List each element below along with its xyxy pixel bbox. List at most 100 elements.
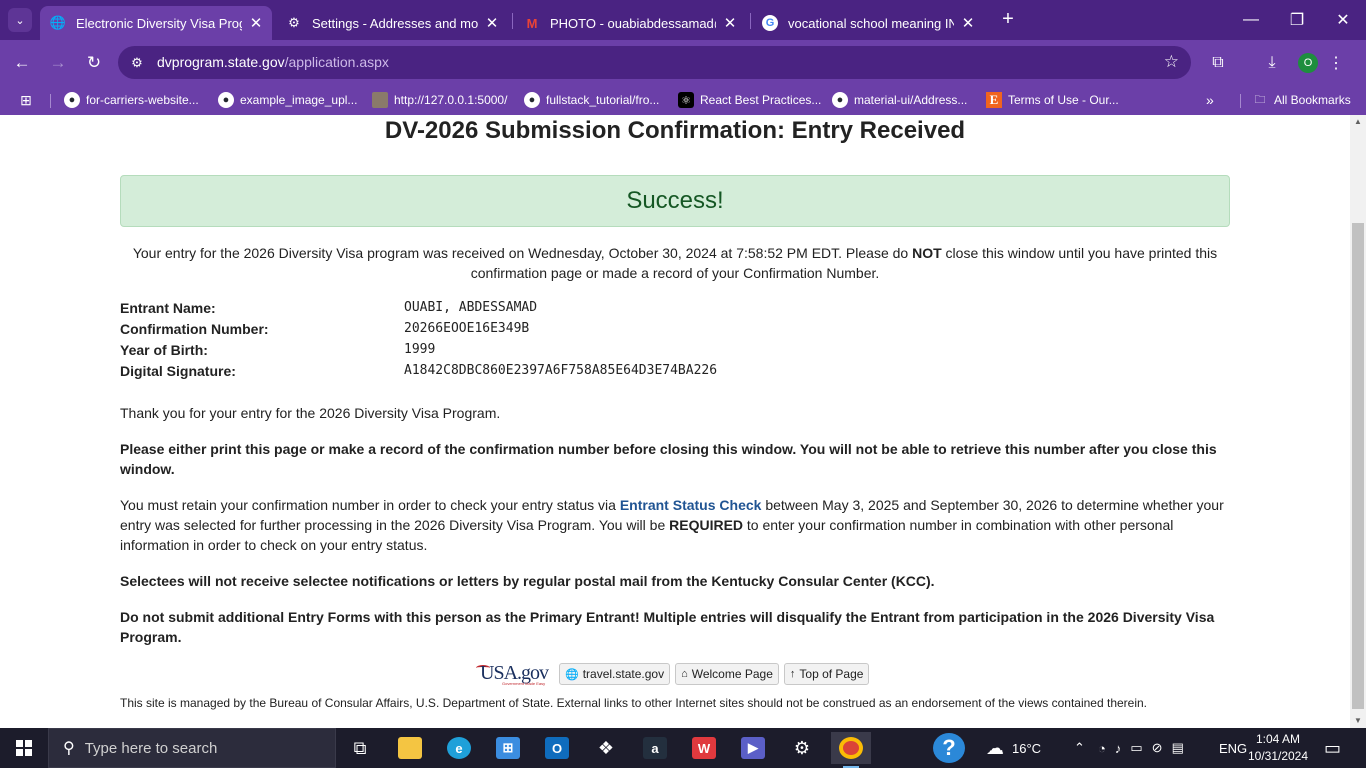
confirmation-number-value: 20266EOOE16E349B xyxy=(404,321,530,336)
bookmark-item[interactable]: http://127.0.0.1:5000/ xyxy=(372,91,507,109)
bookmark-item[interactable]: ● for-carriers-website... xyxy=(64,91,199,109)
taskbar-search[interactable]: ⚲ Type here to search xyxy=(48,728,336,768)
page-title: DV-2026 Submission Confirmation: Entry R… xyxy=(384,117,966,144)
volume-icon[interactable]: ♪ xyxy=(1115,741,1122,756)
gear-icon: ⚙ xyxy=(288,15,300,30)
tab-settings[interactable]: ⚙ Settings - Addresses and more ✕ xyxy=(276,6,508,40)
selectees-notice: Selectees will not receive selectee noti… xyxy=(120,573,935,589)
outlook-icon[interactable]: O xyxy=(537,732,577,764)
tab-dv-program[interactable]: 🌐 Electronic Diversity Visa Program ✕ xyxy=(40,6,272,40)
restore-button[interactable]: ❐ xyxy=(1274,0,1320,40)
windows-icon xyxy=(16,740,32,756)
url-text[interactable]: dvprogram.state.gov/application.aspx xyxy=(157,54,389,70)
bookmarks-bar: ⊞ ● for-carriers-website... ● example_imag… xyxy=(0,85,1366,115)
scroll-down-arrow[interactable]: ▼ xyxy=(1350,714,1366,728)
page-scrollbar[interactable]: ▲ ▼ xyxy=(1350,115,1366,728)
apps-icon[interactable]: ⊞ xyxy=(18,91,40,109)
minimize-button[interactable]: — xyxy=(1228,0,1274,40)
file-explorer-icon[interactable] xyxy=(390,732,430,764)
dropbox-icon[interactable]: ❖ xyxy=(586,732,626,764)
wps-office-icon[interactable]: W xyxy=(684,732,724,764)
store-icon[interactable]: ⊞ xyxy=(488,732,528,764)
thanks-text: Thank you for your entry for the 2026 Di… xyxy=(120,405,501,421)
clock-time: 1:04 AM xyxy=(1255,732,1301,746)
clock-date: 10/31/2024 xyxy=(1247,749,1309,763)
site-info-icon[interactable]: ⚙ xyxy=(128,54,146,72)
close-tab-icon[interactable]: ✕ xyxy=(248,14,264,32)
tab-title: PHOTO - ouabiabdessamad@gmail.com xyxy=(550,15,716,31)
show-hidden-icons[interactable]: ⌃ xyxy=(1074,728,1085,768)
notifications-icon[interactable]: ▭ xyxy=(1324,728,1341,768)
browser-toolbar: ← → ↻ ⚙ dvprogram.state.gov/application.… xyxy=(0,40,1366,85)
bookmark-item[interactable]: E Terms of Use - Our... xyxy=(986,91,1119,109)
travel-state-gov-button[interactable]: 🌐 travel.state.gov xyxy=(559,663,671,685)
forward-button[interactable]: → xyxy=(45,50,71,76)
tab-title: Electronic Diversity Visa Program xyxy=(76,15,242,31)
new-tab-button[interactable]: + xyxy=(996,8,1020,32)
printer-icon[interactable]: ▤ xyxy=(1172,740,1184,756)
battery-icon[interactable]: ▭ xyxy=(1130,740,1142,756)
start-button[interactable] xyxy=(0,728,48,768)
intro-text: Your entry for the 2026 Diversity Visa p… xyxy=(132,245,1218,281)
welcome-page-button[interactable]: ⌂ Welcome Page xyxy=(675,663,779,685)
close-tab-icon[interactable]: ✕ xyxy=(722,14,738,32)
multiple-entries-warning: Do not submit additional Entry Forms wit… xyxy=(120,609,1215,645)
chrome-icon[interactable] xyxy=(831,732,871,768)
info-row: Digital Signature: A1842C8DBC860E2397A6F… xyxy=(120,361,1230,382)
image-icon xyxy=(372,92,388,108)
bookmark-item[interactable]: ● material-ui/Address... xyxy=(832,91,967,109)
bookmark-star-icon[interactable]: ☆ xyxy=(1164,52,1179,72)
entrant-name-label: Entrant Name: xyxy=(120,300,216,316)
digital-signature-value: A1842C8DBC860E2397A6F758A85E64D3E74BA226 xyxy=(404,363,718,378)
entrant-status-check-link[interactable]: Entrant Status Check xyxy=(620,497,762,513)
windows-taskbar: ⚲ Type here to search ⧉ e ⊞ O ❖ a W ▶ ⚙ … xyxy=(0,728,1366,768)
download-icon[interactable]: ⤓ xyxy=(1260,51,1284,75)
scrollbar-thumb[interactable] xyxy=(1352,223,1364,709)
bookmark-item[interactable]: ● fullstack_tutorial/fro... xyxy=(524,91,659,109)
amazon-icon[interactable]: a xyxy=(635,732,675,764)
usa-gov-logo[interactable]: USA.gov Government Made Easy xyxy=(476,661,554,687)
system-tray-icons[interactable]: ◔ ♪ ▭ ⊘ ▤ xyxy=(1098,728,1184,768)
bookmark-divider xyxy=(50,94,51,108)
more-bookmarks-icon[interactable]: » xyxy=(1206,91,1214,109)
success-alert: Success! xyxy=(120,175,1230,227)
search-icon: ⚲ xyxy=(63,740,75,757)
digital-signature-label: Digital Signature: xyxy=(120,363,236,379)
clipchamp-icon[interactable]: ▶ xyxy=(733,732,773,764)
profile-avatar[interactable]: O xyxy=(1298,53,1318,73)
year-of-birth-label: Year of Birth: xyxy=(120,342,208,358)
tab-divider xyxy=(750,13,751,29)
tab-search-button[interactable]: ⌄ xyxy=(8,8,32,32)
edge-icon[interactable]: e xyxy=(439,732,479,764)
entrant-info: Entrant Name: OUABI, ABDESSAMAD Confirma… xyxy=(120,298,1230,382)
tab-google[interactable]: G vocational school meaning IN Arabic ✕ xyxy=(752,6,984,40)
top-of-page-button[interactable]: ↑ Top of Page xyxy=(783,663,870,685)
menu-icon[interactable]: ⋮ xyxy=(1324,51,1348,75)
address-bar[interactable]: ⚙ dvprogram.state.gov/application.aspx ☆ xyxy=(118,46,1191,79)
site-disclaimer: This site is managed by the Bureau of Co… xyxy=(120,696,1148,710)
gmail-icon: M xyxy=(526,15,538,31)
clock[interactable]: 1:04 AM 10/31/2024 xyxy=(1240,731,1316,765)
github-icon: ● xyxy=(832,92,848,108)
tab-gmail[interactable]: M PHOTO - ouabiabdessamad@gmail.com ✕ xyxy=(514,6,746,40)
entrant-name-value: OUABI, ABDESSAMAD xyxy=(404,300,538,315)
back-button[interactable]: ← xyxy=(9,50,35,76)
close-window-button[interactable]: ✕ xyxy=(1320,0,1366,40)
weather-widget[interactable]: ☁ 16°C xyxy=(986,728,1041,768)
close-tab-icon[interactable]: ✕ xyxy=(960,14,976,32)
reload-button[interactable]: ↻ xyxy=(81,50,107,76)
bookmark-item[interactable]: ● example_image_upl... xyxy=(218,91,357,109)
close-tab-icon[interactable]: ✕ xyxy=(484,14,500,32)
all-bookmarks-button[interactable]: 🗀 All Bookmarks xyxy=(1252,91,1351,109)
help-icon[interactable]: ? xyxy=(933,733,965,763)
task-view-icon[interactable]: ⧉ xyxy=(340,732,380,764)
bookmark-item[interactable]: ⚛ React Best Practices... xyxy=(678,91,821,109)
page-viewport: DV-2026 Submission Confirmation: Entry R… xyxy=(0,115,1350,728)
scroll-up-arrow[interactable]: ▲ xyxy=(1350,115,1366,129)
extensions-icon[interactable]: ⧉ xyxy=(1206,51,1230,75)
info-row: Year of Birth: 1999 xyxy=(120,340,1230,361)
wifi-off-icon[interactable]: ⊘ xyxy=(1152,740,1163,756)
network-icon[interactable]: ◔ xyxy=(1098,741,1106,756)
settings-gear-icon[interactable]: ⚙ xyxy=(782,732,822,764)
tab-bar: ⌄ 🌐 Electronic Diversity Visa Program ✕ … xyxy=(0,0,1366,40)
